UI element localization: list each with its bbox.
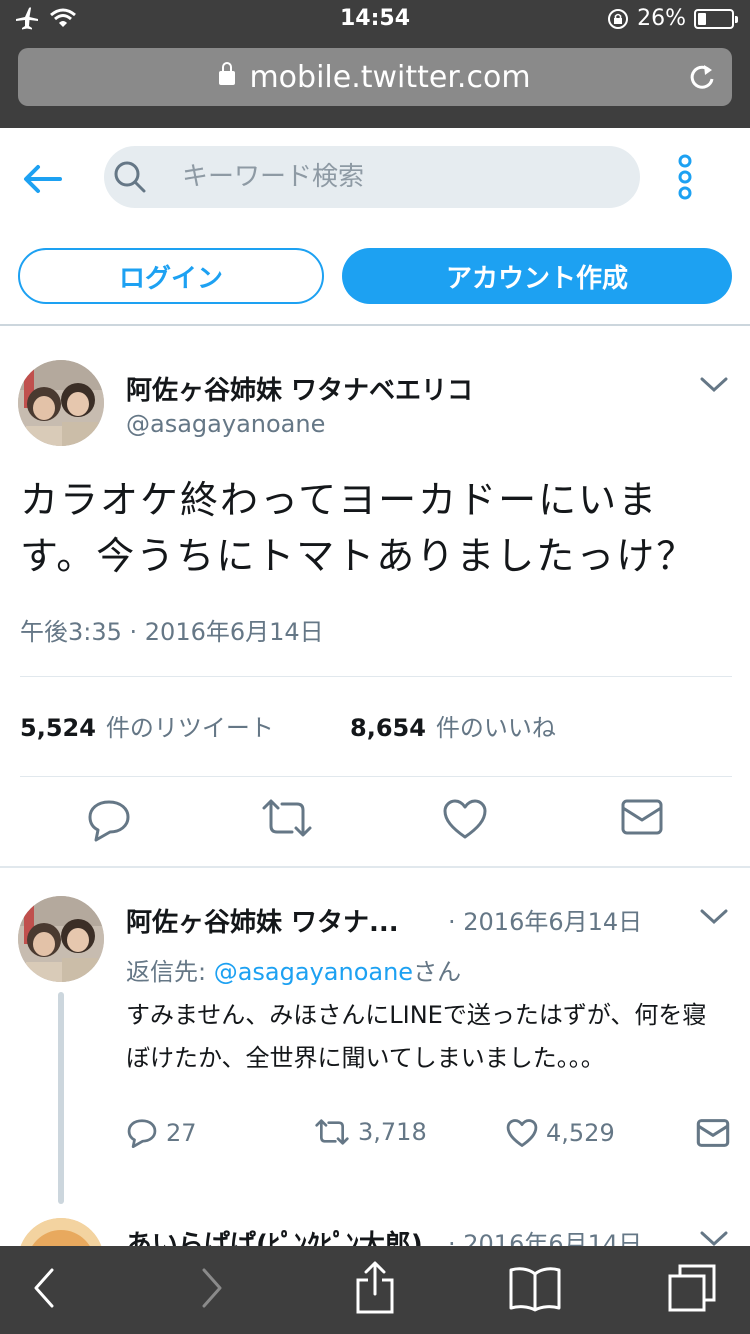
orientation-lock-icon	[608, 8, 629, 29]
like-stat[interactable]: 8,654 件のいいね	[350, 708, 556, 743]
browser-back-icon[interactable]	[32, 1266, 56, 1310]
search-icon	[114, 161, 146, 193]
tweet-actions	[0, 792, 750, 866]
safari-toolbar	[0, 1246, 750, 1334]
bookmarks-icon[interactable]	[508, 1264, 562, 1312]
display-name[interactable]: 阿佐ヶ谷姉妹 ワタナベエリコ	[126, 370, 473, 407]
like-count: 8,654	[350, 714, 426, 742]
reply-icon[interactable]	[86, 798, 132, 842]
battery-percent: 26%	[637, 6, 686, 31]
avatar[interactable]	[18, 360, 104, 446]
url-text: mobile.twitter.com	[249, 60, 531, 95]
tabs-icon[interactable]	[666, 1262, 718, 1314]
tweet-timestamp[interactable]: 午後3:35 · 2016年6月14日	[20, 612, 324, 647]
reply-avatar[interactable]	[18, 896, 104, 982]
reply-to: 返信先: @asagayanoaneさん	[126, 952, 461, 987]
reply-to-prefix: 返信先:	[126, 958, 214, 986]
retweet-stat[interactable]: 5,524 件のリツイート	[20, 708, 350, 743]
retweet-icon	[315, 1119, 349, 1145]
retweet-icon[interactable]	[260, 798, 314, 838]
signup-button[interactable]: アカウント作成	[342, 248, 732, 304]
retweet-action[interactable]: 3,718	[314, 1118, 427, 1146]
tweet-text: カラオケ終わってヨーカドーにいます。今うちにトマトありましたっけ？	[20, 478, 697, 578]
divider	[20, 676, 732, 677]
reply-text: すみません、みほさんにLINEで送ったはずが、何を寝ぼけたか、全世界に聞いてしま…	[126, 1001, 707, 1072]
reply-action[interactable]: 27	[126, 1118, 197, 1148]
like-heart-icon	[506, 1119, 538, 1147]
divider	[20, 776, 732, 777]
tweet-stats: 5,524 件のリツイート 8,654 件のいいね	[20, 708, 556, 743]
reply-to-mention[interactable]: @asagayanoane	[214, 958, 413, 986]
retweet-count: 5,524	[20, 714, 96, 742]
chevron-down-icon[interactable]	[700, 376, 728, 394]
lock-icon	[219, 62, 236, 85]
reply-count: 27	[166, 1119, 197, 1147]
search-input[interactable]	[182, 154, 602, 200]
chevron-down-icon[interactable]	[700, 908, 728, 926]
reload-icon[interactable]	[688, 62, 716, 92]
direct-message-icon[interactable]	[696, 1118, 730, 1148]
more-options-icon[interactable]	[676, 154, 694, 200]
like-label: 件のいいね	[435, 714, 556, 742]
status-right: 26%	[607, 6, 738, 31]
back-arrow-icon[interactable]	[22, 164, 62, 194]
battery-icon	[694, 8, 738, 29]
reply-date[interactable]: · 2016年6月14日	[448, 902, 642, 937]
retweet-count: 3,718	[358, 1118, 427, 1146]
avatar-image	[18, 896, 104, 982]
search-box[interactable]	[104, 146, 640, 208]
login-button[interactable]: ログイン	[18, 248, 324, 304]
url-bar[interactable]: mobile.twitter.com	[18, 48, 732, 106]
handle[interactable]: @asagayanoane	[126, 410, 325, 438]
share-icon[interactable]	[354, 1260, 396, 1316]
url-display[interactable]: mobile.twitter.com	[18, 60, 732, 95]
reply-actions: 27 3,718 4,529	[126, 1118, 734, 1158]
section-separator	[0, 866, 750, 868]
reply-to-suffix: さん	[413, 958, 462, 986]
retweet-label: 件のリツイート	[105, 714, 274, 742]
status-bar: 14:54 26%	[0, 0, 750, 40]
reply-icon	[127, 1119, 157, 1148]
reply-display-name[interactable]: 阿佐ヶ谷姉妹 ワタナ...	[126, 902, 399, 939]
avatar-image	[18, 360, 104, 446]
browser-chrome: mobile.twitter.com	[0, 40, 750, 128]
like-heart-icon[interactable]	[442, 798, 488, 840]
like-count: 4,529	[546, 1119, 615, 1147]
twitter-header: ログイン アカウント作成	[0, 128, 750, 326]
direct-message-icon[interactable]	[620, 798, 664, 836]
battery-level	[698, 12, 706, 25]
browser-forward-icon[interactable]	[200, 1266, 224, 1310]
thread-line	[58, 992, 64, 1204]
like-action[interactable]: 4,529	[506, 1118, 615, 1148]
